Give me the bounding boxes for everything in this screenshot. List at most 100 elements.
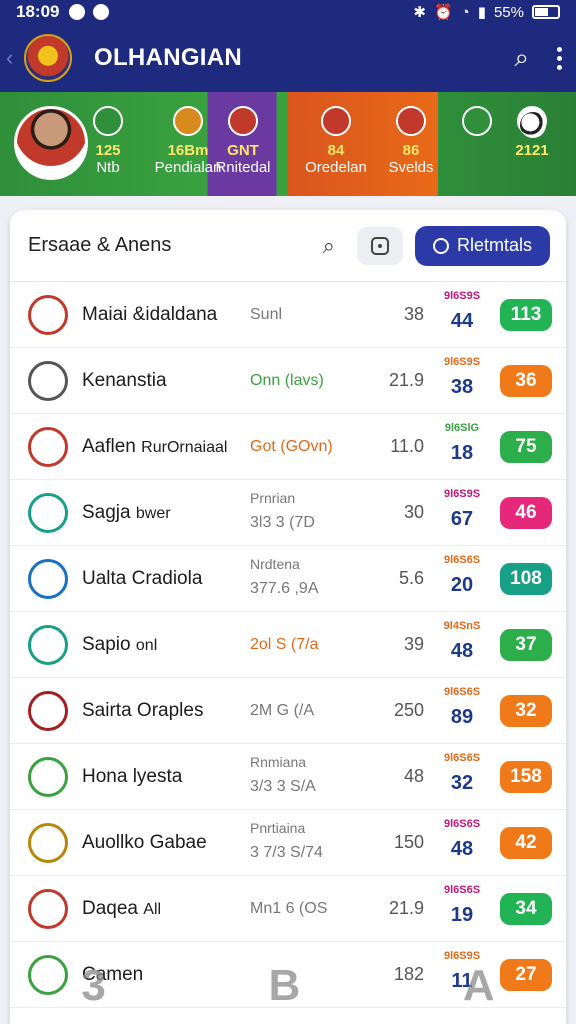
bottom-nav: 3 B A [0, 948, 576, 1024]
table-row[interactable]: Sagja bwer Prnrian 3l3 3 (7D 30 9l6S9S 67 46 [10, 480, 566, 546]
banner-team-label: Svelds [388, 159, 434, 176]
banner-team-value: GNT [227, 142, 259, 159]
bottom-nav-item[interactable]: 3 [81, 961, 105, 1011]
row-code: 9l6S6S [443, 752, 481, 764]
banner-team[interactable]: 84 Oredelan [296, 106, 376, 176]
banner-team[interactable]: 125 Ntb [68, 106, 148, 176]
row-code: 9l6S6S [443, 818, 481, 830]
primary-action-button[interactable]: Rletmtals [414, 225, 550, 266]
banner-team-label: Rnitedal [215, 159, 271, 176]
row-value: 38 [403, 304, 424, 324]
bluetooth-icon: ✱ [413, 4, 426, 21]
score-badge: 46 [500, 496, 552, 529]
score-badge: 108 [500, 562, 552, 595]
row-code: 9l6S9S [443, 356, 481, 368]
score-badge: 36 [500, 364, 552, 397]
banner-team-value: 86 [402, 142, 420, 159]
team-name: Kenanstia [82, 369, 167, 391]
team-crest-icon [28, 492, 68, 533]
row-sub-value: Sunl [250, 305, 283, 323]
row-code: 9l6S9S [443, 290, 481, 302]
row-code: 9l4SnS [443, 620, 481, 632]
row-sub-label: Pnrtiaina [250, 820, 306, 836]
row-value: 5.6 [398, 568, 424, 588]
table-row[interactable]: Aaflen RurOrnaiaal Got (GOvn) 11.0 9l6SlG 18… [10, 414, 566, 480]
row-sub-value: 2M G (/A [250, 701, 315, 719]
primary-action-label: Rletmtals [456, 235, 532, 255]
banner-team[interactable]: GNT Rnitedal [203, 106, 283, 176]
row-value: 11.0 [390, 436, 424, 456]
team-crest-icon [28, 690, 68, 731]
row-secondary-value: 19 [450, 904, 474, 926]
row-sub-value: 3l3 3 (7D [250, 514, 315, 531]
row-code: 9l6S9S [443, 488, 481, 500]
row-value: 21.9 [388, 898, 424, 918]
team-name: Daqea All [82, 897, 162, 919]
row-sub-value: Onn (lavs) [250, 371, 324, 389]
row-secondary-value: 38 [450, 376, 474, 398]
row-sub-value: 3 7/3 S/74 [250, 844, 323, 861]
table-row[interactable]: Kenanstia Onn (lavs) 21.9 9l6S9S 38 36 [10, 348, 566, 414]
filter-icon [370, 236, 389, 255]
team-name: Auollko Gabae [82, 831, 207, 853]
team-name: Ualta Cradiola [82, 567, 203, 589]
team-name: Maiai &idaldana [82, 303, 218, 325]
card-title: Ersaae & Anens [28, 234, 172, 256]
battery-icon [532, 5, 560, 19]
banner-team-label: Oredelan [305, 159, 367, 176]
row-secondary-value: 67 [450, 508, 474, 530]
search-icon[interactable]: ⌕ [514, 42, 529, 74]
bottom-nav-item[interactable]: B [268, 961, 300, 1011]
filter-button[interactable] [356, 226, 403, 265]
more-vertical-icon[interactable] [557, 46, 562, 70]
table-row[interactable]: Daqea All Mn1 6 (OS 21.9 9l6S6S 19 34 [10, 876, 566, 942]
table-row[interactable]: Maiai &idaldana Sunl 38 9l6S9S 44 113 [10, 282, 566, 348]
card-header: Ersaae & Anens ⌕ Rletmtals [10, 210, 566, 282]
banner-team-label: Ntb [96, 159, 120, 176]
search-icon[interactable]: ⌕ [323, 233, 335, 259]
team-badge-icon [462, 106, 492, 136]
team-badge-icon [173, 106, 203, 136]
row-sub-label: Prnrian [250, 490, 296, 506]
row-sub-value: 3/3 3 S/A [250, 778, 316, 795]
row-sub-value: Mn1 6 (OS [250, 899, 328, 917]
team-crest-icon [28, 888, 68, 929]
team-crest-icon [28, 822, 68, 863]
app-title: OLHANGIAN [94, 44, 243, 71]
row-value: 150 [393, 832, 424, 852]
row-value: 30 [403, 502, 424, 522]
team-crest-icon [28, 558, 68, 599]
team-crest-icon [28, 756, 68, 797]
bottom-nav-item[interactable]: A [463, 961, 495, 1011]
signal-icon: ▮ [477, 4, 486, 21]
banner-team-value: 2121 [515, 142, 549, 159]
score-badge: 42 [500, 826, 552, 859]
refresh-icon [432, 237, 449, 254]
status-time: 18:09 [16, 2, 60, 21]
back-chevron-icon[interactable]: ‹ [6, 45, 20, 71]
status-bar: 18:09 ✱ ⏰ ◔ ▮ 55% [0, 0, 576, 24]
row-secondary-value: 48 [450, 640, 474, 662]
team-name: Sagja bwer [82, 501, 171, 523]
row-code: 9l6S6S [443, 686, 481, 698]
table-row[interactable]: Auollko Gabae Pnrtiaina 3 7/3 S/74 150 9l6S6… [10, 810, 566, 876]
table-row[interactable]: Ualta Cradiola Nrdtena 377.6 ,9A 5.6 9l6S6S 2… [10, 546, 566, 612]
team-name: Hona lyesta [82, 765, 183, 787]
team-badge-icon [321, 106, 351, 136]
row-sub-value: Got (GOvn) [250, 437, 333, 455]
team-name: Sapio onl [82, 633, 158, 655]
hero-banner: 125 Ntb 16Bm Pendialan GNT Rnitedal 84 Oredelan… [0, 92, 576, 196]
score-badge: 113 [500, 298, 552, 331]
battery-percent: 55% [493, 3, 524, 21]
row-sub-label: Nrdtena [250, 556, 300, 572]
table-row[interactable]: Hona lyesta Rnmiana 3/3 3 S/A 48 9l6S6S 32 158 [10, 744, 566, 810]
banner-team-value: 84 [327, 142, 345, 159]
alarm-icon: ⏰ [433, 4, 453, 21]
score-badge: 75 [500, 430, 552, 463]
table-row[interactable]: Sairta Oraples 2M G (/A 250 9l6S6S 89 32 [10, 678, 566, 744]
team-crest-icon [28, 294, 68, 335]
team-badge-icon [396, 106, 426, 136]
table-row[interactable]: Sapio onl 2ol S (7/a 39 9l4SnS 48 37 [10, 612, 566, 678]
team-name: Sairta Oraples [82, 699, 204, 721]
row-secondary-value: 18 [450, 442, 474, 464]
